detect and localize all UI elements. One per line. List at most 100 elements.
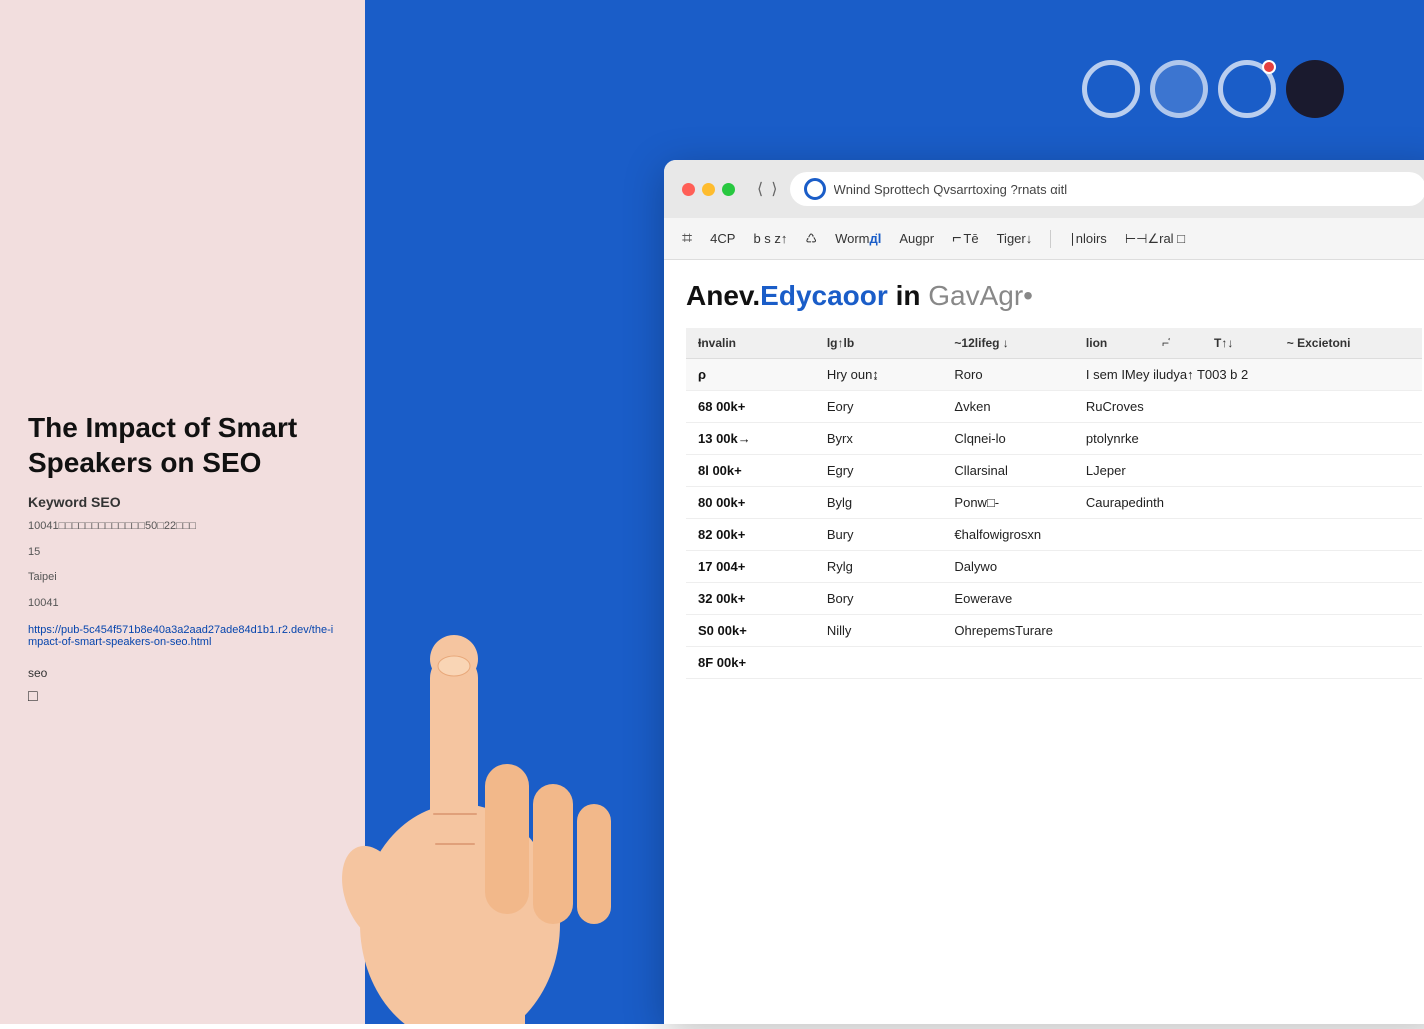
- row7-vol: 32 00k+: [686, 583, 815, 615]
- traffic-light-red[interactable]: [682, 183, 695, 196]
- title-part3: in: [896, 280, 921, 311]
- article-url[interactable]: https://pub-5c454f571b8e40a3a2aad27ade84…: [28, 624, 337, 648]
- table-row: 17 004+ Rylg Dalywo: [686, 551, 1422, 583]
- toolbar-item-tiger[interactable]: Tiger↓: [997, 231, 1033, 246]
- row9-col3: [942, 647, 1422, 679]
- browser-content: Anev.Edycaoor in GavAgr• Ɨnvalin lg↑lb ~…: [664, 260, 1424, 699]
- row2-col4: ptolynrke: [1074, 423, 1422, 455]
- sidebar: The Impact of Smart Speakers on SEO Keyw…: [0, 0, 365, 1024]
- col-header-1[interactable]: Ɨnvalin: [686, 328, 815, 359]
- row7-col3: Eowerave: [942, 583, 1422, 615]
- meta-line3: Taipei: [28, 569, 337, 587]
- row6-col3: Dalywo: [942, 551, 1422, 583]
- row3-col3: Cllarsinal: [942, 455, 1074, 487]
- table-row: 8F 00k+: [686, 647, 1422, 679]
- subheader-4: I sem IMey iludya↑ T003 b 2: [1074, 359, 1422, 391]
- table-subheader-row: ρ Hry oun↨ Roro I sem IMey iludya↑ T003 …: [686, 359, 1422, 391]
- row2-col2: Byrx: [815, 423, 943, 455]
- row3-col4: LJeper: [1074, 455, 1422, 487]
- toolbar-item-ta[interactable]: ⌐ Tē: [952, 230, 979, 248]
- toolbar-divider: [1050, 230, 1051, 248]
- row5-col3: €halfowigrosxn: [942, 519, 1422, 551]
- traffic-light-green[interactable]: [722, 183, 735, 196]
- subheader-3: Roro: [942, 359, 1074, 391]
- nav-forward-icon[interactable]: ⟩: [771, 179, 777, 199]
- row5-vol: 82 00k+: [686, 519, 815, 551]
- address-circle-icon: [804, 178, 826, 200]
- col-header-6[interactable]: T↑↓: [1202, 328, 1275, 359]
- traffic-light-yellow[interactable]: [702, 183, 715, 196]
- row6-vol: 17 004+: [686, 551, 815, 583]
- col-header-5[interactable]: ⌐᷾: [1150, 328, 1202, 359]
- toolbar-item-ural[interactable]: ⊢⊣∠ral □: [1125, 231, 1185, 247]
- table-row: 32 00k+ Bory Eowerave: [686, 583, 1422, 615]
- main-area: ⟨ ⟩ Wnind Sprottech Qvsarrtoxing ?rnats …: [365, 0, 1424, 1024]
- traffic-lights: [682, 183, 735, 196]
- keyword-label: Keyword SEO: [28, 494, 337, 510]
- col-header-3[interactable]: ~12lifeg ↓: [942, 328, 1074, 359]
- toolbar-item-1[interactable]: b s z↑: [753, 231, 787, 246]
- row5-col2: Bury: [815, 519, 943, 551]
- article-title: The Impact of Smart Speakers on SEO: [28, 410, 337, 480]
- col-header-7[interactable]: ~ Excietoni: [1275, 328, 1422, 359]
- circle-icon-2: [1150, 60, 1208, 118]
- title-part4: GavAgr•: [928, 280, 1033, 311]
- table-row: 68 00k+ Eory Δvken RuCroves: [686, 391, 1422, 423]
- browser-toolbar: ⌗ 4CP b s z↑ ♺ Wormд̈l Augpr ⌐ Tē Tiger↓…: [664, 218, 1424, 260]
- col-header-2[interactable]: lg↑lb: [815, 328, 943, 359]
- row6-col2: Rylg: [815, 551, 943, 583]
- toolbar-item-nloirs[interactable]: ∣nloirs: [1069, 231, 1107, 247]
- col-header-4[interactable]: lion: [1074, 328, 1150, 359]
- toolbar-item-augpr[interactable]: Augpr: [899, 231, 934, 246]
- circle-icon-1: [1082, 60, 1140, 118]
- browser-chrome: ⟨ ⟩ Wnind Sprottech Qvsarrtoxing ?rnats …: [664, 160, 1424, 218]
- address-text: Wnind Sprottech Qvsarrtoxing ?rnats αitl: [834, 182, 1068, 197]
- nav-back-icon[interactable]: ⟨: [757, 179, 763, 199]
- title-part2: Edycaoor: [760, 280, 888, 311]
- table-row: 13 00k→ Byrx Clqnei-lo ptolynrke: [686, 423, 1422, 455]
- toolbar-item-2[interactable]: ♺: [805, 231, 817, 247]
- top-circles: [1082, 60, 1344, 118]
- row3-col2: Egry: [815, 455, 943, 487]
- browser-window: ⟨ ⟩ Wnind Sprottech Qvsarrtoxing ?rnats …: [664, 160, 1424, 1024]
- subheader-2: Hry oun↨: [815, 359, 943, 391]
- circle-icon-4: [1286, 60, 1344, 118]
- address-bar[interactable]: Wnind Sprottech Qvsarrtoxing ?rnats αitl: [790, 172, 1424, 206]
- toolbar-item-0[interactable]: 4CP: [710, 231, 735, 246]
- toolbar-item-worn-ji[interactable]: Wormд̈l: [835, 231, 881, 246]
- red-dot: [1262, 60, 1276, 74]
- row8-col2: Nilly: [815, 615, 943, 647]
- title-part1: Anev.: [686, 280, 760, 311]
- table-header-row: Ɨnvalin lg↑lb ~12lifeg ↓ lion ⌐᷾ T↑↓ ~ E…: [686, 328, 1422, 359]
- row4-col4: Caurapedinth: [1074, 487, 1422, 519]
- row1-col2: Eory: [815, 391, 943, 423]
- table-row: 80 00k+ Bylg Ponw□- Caurapedinth: [686, 487, 1422, 519]
- subheader-1: ρ: [686, 359, 815, 391]
- meta-line2: 15: [28, 544, 337, 562]
- table-row: 82 00k+ Bury €halfowigrosxn: [686, 519, 1422, 551]
- tag-label: seo: [28, 666, 337, 680]
- toolbar-icon-main: ⌗: [682, 228, 692, 249]
- circle-icon-3: [1218, 60, 1276, 118]
- table-row: S0 00k+ Nilly OhrepemsTurare: [686, 615, 1422, 647]
- tag-icon: □: [28, 688, 337, 706]
- row1-vol: 68 00k+: [686, 391, 815, 423]
- row8-col3: OhrepemsTurare: [942, 615, 1422, 647]
- row2-vol: 13 00k→: [686, 423, 815, 455]
- row8-vol: S0 00k+: [686, 615, 815, 647]
- browser-nav: ⟨ ⟩: [757, 179, 778, 199]
- row2-col3: Clqnei-lo: [942, 423, 1074, 455]
- row9-col2: [815, 647, 943, 679]
- row1-col3: Δvken: [942, 391, 1074, 423]
- row4-vol: 80 00k+: [686, 487, 815, 519]
- row3-vol: 8l 00k+: [686, 455, 815, 487]
- row7-col2: Bory: [815, 583, 943, 615]
- row1-col4: RuCroves: [1074, 391, 1422, 423]
- row9-vol: 8F 00k+: [686, 647, 815, 679]
- meta-line1: 10041□□□□□□□□□□□□□50□22□□□: [28, 518, 337, 536]
- row4-col2: Bylg: [815, 487, 943, 519]
- content-title: Anev.Edycaoor in GavAgr•: [686, 280, 1422, 312]
- data-table: Ɨnvalin lg↑lb ~12lifeg ↓ lion ⌐᷾ T↑↓ ~ E…: [686, 328, 1422, 679]
- meta-line4: 10041: [28, 595, 337, 613]
- row4-col3: Ponw□-: [942, 487, 1074, 519]
